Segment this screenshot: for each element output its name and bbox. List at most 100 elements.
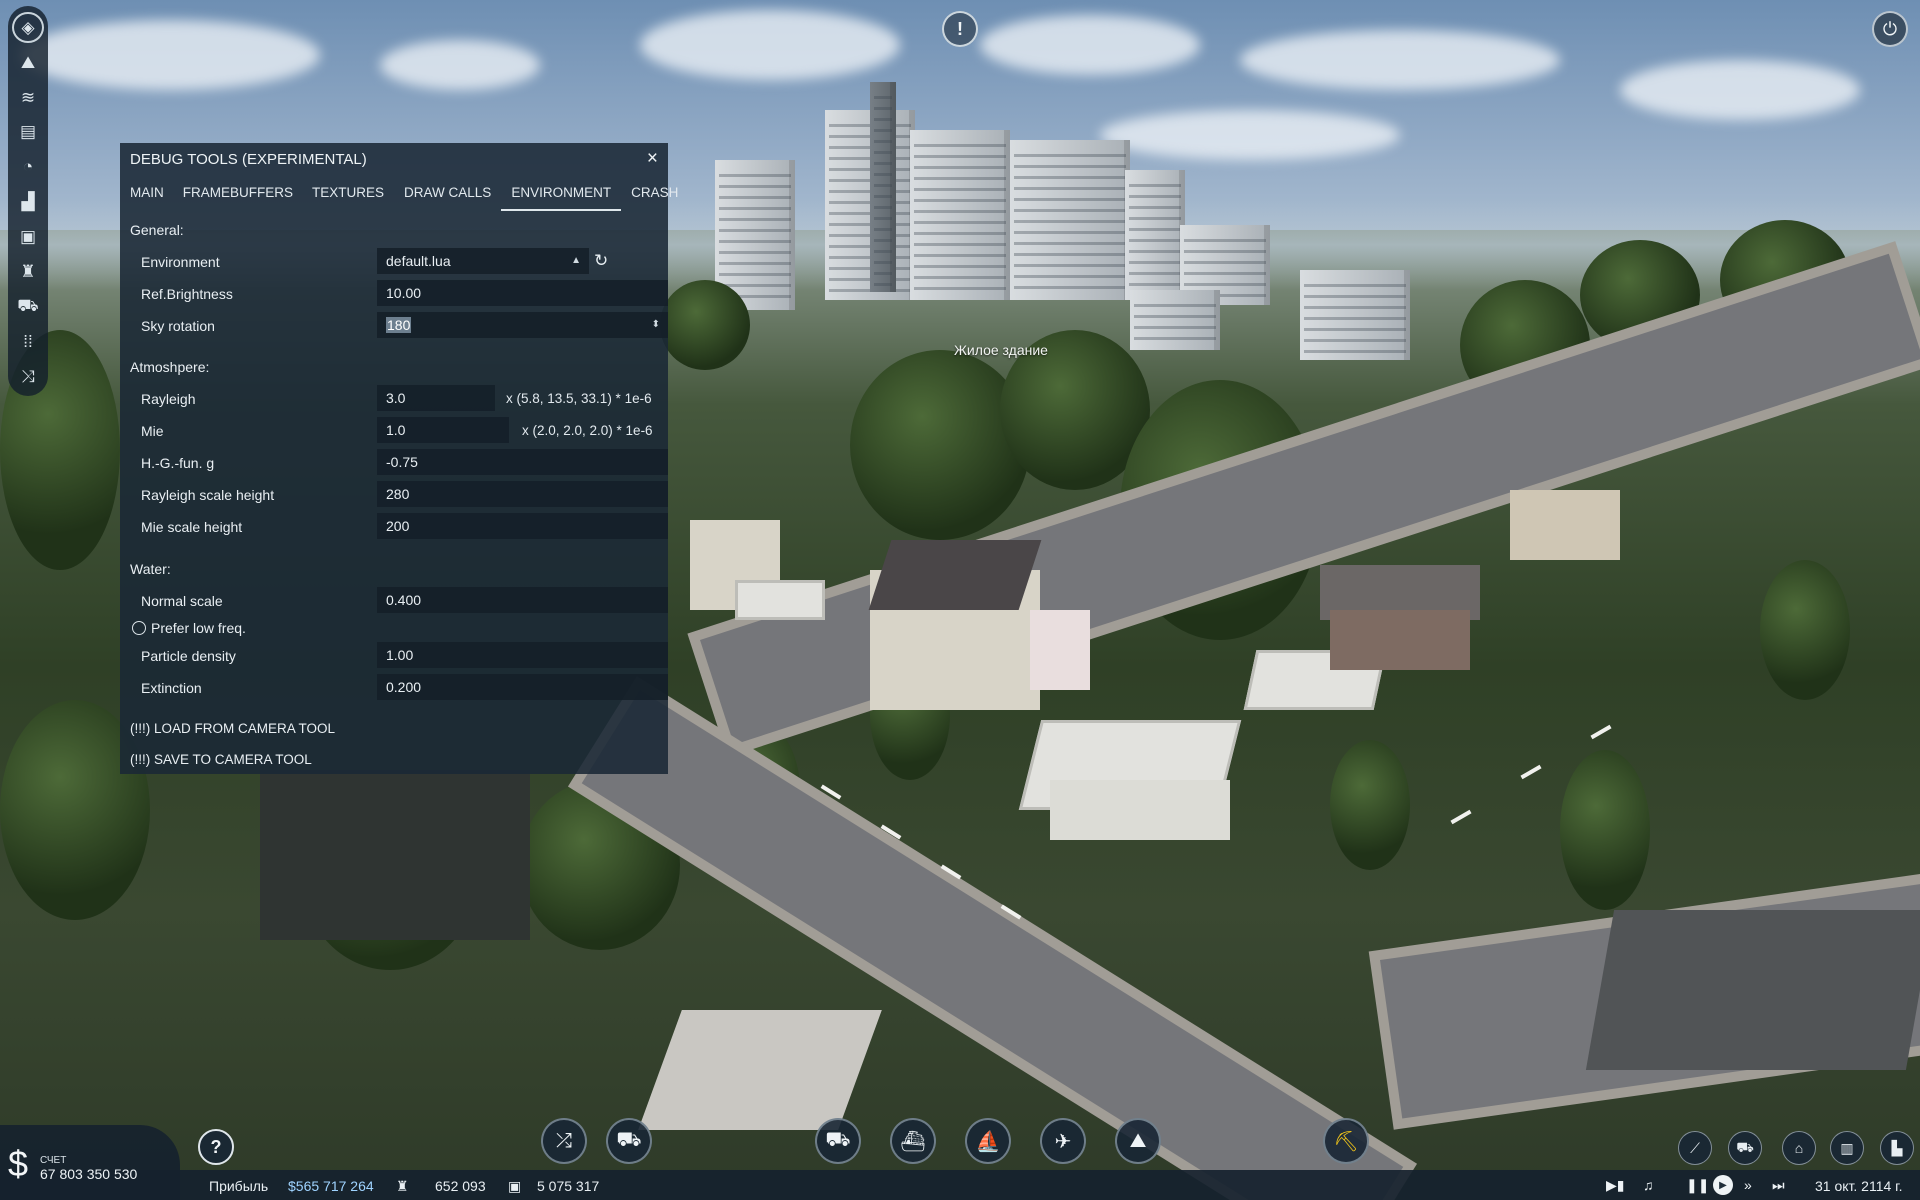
tab-crash[interactable]: CRASH <box>621 181 688 211</box>
alert-icon[interactable]: ! <box>942 11 978 47</box>
power-icon[interactable]: ⏻ <box>1872 11 1908 47</box>
mie-scale-label: Mie scale height <box>141 519 243 535</box>
water-icon[interactable]: ≋ <box>12 82 44 113</box>
camera-icon[interactable]: ▶▮ <box>1606 1177 1624 1194</box>
company-icon[interactable]: ♜ <box>12 256 44 287</box>
line-manager-icon[interactable]: ⤮ <box>541 1118 587 1164</box>
tab-framebuffers[interactable]: FRAMEBUFFERS <box>174 181 302 211</box>
building <box>1030 610 1090 690</box>
pause-icon[interactable]: ❚❚ <box>1686 1177 1709 1194</box>
airplane-icon[interactable]: ✈ <box>1040 1118 1086 1164</box>
building <box>870 82 896 292</box>
audio-icon[interactable]: ⁞⁞ <box>12 326 44 357</box>
close-icon[interactable]: × <box>647 148 658 170</box>
tree <box>850 350 1030 540</box>
depot-icon[interactable]: ⛟ <box>1728 1131 1762 1165</box>
debug-tools-panel: DEBUG TOOLS (EXPERIMENTAL) × MAIN FRAMEB… <box>120 143 678 774</box>
train-icon[interactable]: ⛴ <box>890 1118 936 1164</box>
tree <box>1560 750 1650 910</box>
terraform-icon[interactable]: ⛰ <box>1115 1118 1161 1164</box>
tab-draw-calls[interactable]: DRAW CALLS <box>394 181 501 211</box>
extinction-input[interactable]: 0.200 <box>377 674 668 700</box>
particle-density-value: 1.00 <box>386 647 414 663</box>
routes-icon[interactable]: ⤨ <box>12 361 44 392</box>
finance-icon[interactable]: ▤ <box>12 117 44 148</box>
roof <box>1585 910 1920 1070</box>
rayleigh-input[interactable]: 3.0 <box>377 385 495 411</box>
ref-brightness-input[interactable]: 10.00 <box>377 280 668 306</box>
hg-fun-label: H.-G.-fun. g <box>141 455 215 471</box>
rayleigh-value: 3.0 <box>386 390 406 406</box>
speed-icon[interactable]: ◔ <box>12 152 44 183</box>
terrain-icon[interactable]: ⛰ <box>12 47 44 78</box>
ref-brightness-value: 10.00 <box>386 285 422 301</box>
environment-select[interactable]: default.lua ▲ <box>377 248 589 274</box>
building <box>1510 490 1620 560</box>
prefer-low-freq-radio[interactable] <box>132 621 146 635</box>
environment-value: default.lua <box>386 253 451 269</box>
spinner-icon: ▲ <box>571 255 581 266</box>
station-icon[interactable]: ⌂ <box>1782 1131 1816 1165</box>
vehicles-icon[interactable]: ⛟ <box>12 291 44 322</box>
tab-textures[interactable]: TEXTURES <box>302 181 394 211</box>
extinction-value: 0.200 <box>386 679 422 695</box>
normal-scale-label: Normal scale <box>141 593 223 609</box>
profit-value: $565 717 264 <box>288 1178 374 1194</box>
tree <box>1760 560 1850 700</box>
mie-scale-input[interactable]: 200 <box>377 513 668 539</box>
building <box>735 580 825 620</box>
particle-density-input[interactable]: 1.00 <box>377 642 668 668</box>
environment-label: Environment <box>141 254 220 270</box>
stepper-icon[interactable]: ⬍ <box>652 312 660 338</box>
normal-scale-input[interactable]: 0.400 <box>377 587 668 613</box>
cloud <box>980 15 1200 75</box>
game-date: 31 окт. 2114 г. <box>1815 1178 1903 1194</box>
rayleigh-scale-value: 280 <box>386 486 410 502</box>
building <box>1300 270 1410 360</box>
mie-value: 1.0 <box>386 422 406 438</box>
fastest-forward-icon[interactable]: ⏭ <box>1772 1177 1785 1194</box>
play-icon[interactable]: ▶ <box>1713 1175 1733 1195</box>
town-icon[interactable]: ▟ <box>12 187 44 218</box>
section-atmosphere: Atmoshpere: <box>130 359 210 375</box>
save-to-camera-button[interactable]: (!!!) SAVE TO CAMERA TOOL <box>130 752 312 767</box>
fast-forward-icon[interactable]: » <box>1744 1177 1752 1193</box>
tab-bar: MAIN FRAMEBUFFERS TEXTURES DRAW CALLS EN… <box>120 181 678 211</box>
dollar-icon: $ <box>8 1143 29 1184</box>
road-vehicle-icon[interactable]: ⛟ <box>815 1118 861 1164</box>
town-view-icon[interactable]: ▥ <box>1830 1131 1864 1165</box>
sky-rotation-input[interactable]: 180 ⬍ <box>377 312 668 338</box>
factory-icon[interactable]: ▙ <box>1880 1131 1914 1165</box>
load-from-camera-button[interactable]: (!!!) LOAD FROM CAMERA TOOL <box>130 721 335 736</box>
ship-icon[interactable]: ⛵ <box>965 1118 1011 1164</box>
bulldozer-icon[interactable]: ⛏ <box>1323 1118 1369 1164</box>
cloud <box>1100 110 1400 160</box>
particle-density-label: Particle density <box>141 648 236 664</box>
building <box>1010 140 1130 300</box>
tab-main[interactable]: MAIN <box>120 181 174 211</box>
prefer-low-freq-label[interactable]: Prefer low freq. <box>151 620 246 636</box>
cloud <box>640 10 900 80</box>
refresh-icon[interactable]: ↻ <box>594 251 608 271</box>
sky-rotation-value: 180 <box>386 317 412 333</box>
cargo-icon[interactable]: ▣ <box>12 222 44 253</box>
track-icon[interactable]: ⟋ <box>1678 1131 1712 1165</box>
account-value: 67 803 350 530 <box>40 1166 138 1182</box>
tab-environment[interactable]: ENVIRONMENT <box>501 181 622 211</box>
section-water: Water: <box>130 561 171 577</box>
section-general: General: <box>130 222 184 238</box>
hg-fun-input[interactable]: -0.75 <box>377 449 668 475</box>
help-button[interactable]: ? <box>198 1129 234 1165</box>
layers-icon[interactable]: ◈ <box>12 12 44 44</box>
extinction-label: Extinction <box>141 680 202 696</box>
rayleigh-suffix: x (5.8, 13.5, 33.1) * 1e-6 <box>506 391 652 406</box>
population-value: 652 093 <box>435 1178 486 1194</box>
mie-input[interactable]: 1.0 <box>377 417 509 443</box>
vehicle-manager-icon[interactable]: ⛟ <box>606 1118 652 1164</box>
building <box>1130 290 1220 350</box>
cargo-icon: ▣ <box>508 1178 522 1194</box>
music-icon[interactable]: ♫ <box>1643 1177 1654 1193</box>
building <box>1330 610 1470 670</box>
rayleigh-scale-input[interactable]: 280 <box>377 481 668 507</box>
panel-title: DEBUG TOOLS (EXPERIMENTAL) <box>130 151 367 168</box>
